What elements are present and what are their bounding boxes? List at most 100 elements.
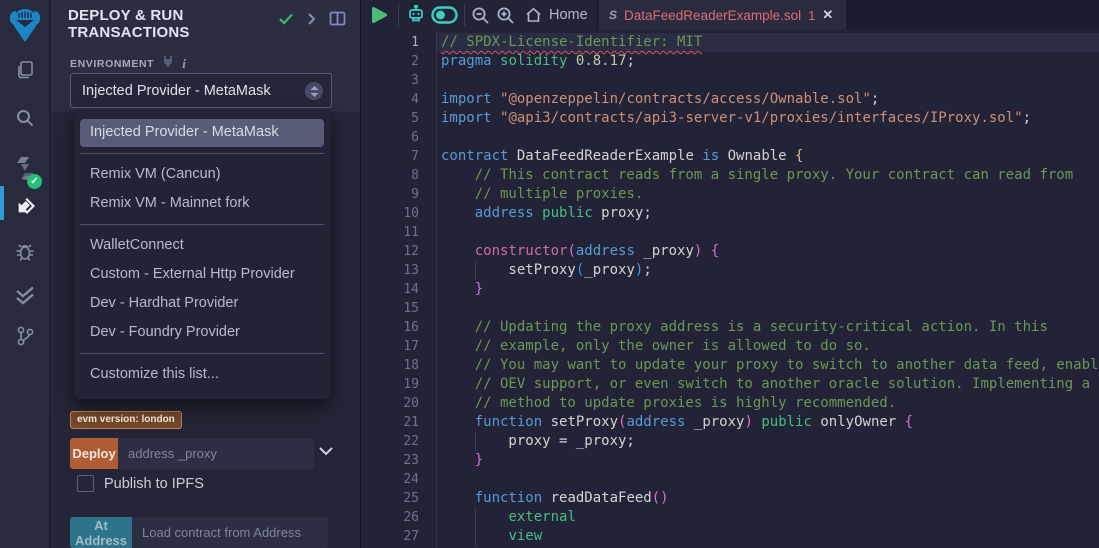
line-number: 5 (361, 109, 419, 128)
deploy-button[interactable]: Deploy (70, 438, 118, 469)
code-line[interactable]: // OEV support, or even switch to anothe… (441, 375, 1099, 394)
code-line[interactable]: contract DataFeedReaderExample is Ownabl… (441, 147, 1099, 166)
search-icon[interactable] (0, 100, 50, 136)
code-line[interactable]: // This contract reads from a single pro… (441, 166, 1099, 185)
unit-testing-icon[interactable] (0, 278, 50, 314)
chevron-right-icon[interactable] (307, 12, 316, 26)
editor-toolbar: Home S DataFeedReaderExample.sol 1 ✕ (361, 0, 1099, 30)
split-view-icon[interactable] (329, 11, 346, 26)
code-line[interactable] (441, 71, 1099, 90)
publish-to-ipfs: Publish to IPFS (77, 475, 204, 492)
plug-icon[interactable] (162, 55, 174, 73)
code-line[interactable]: // SPDX-License-Identifier: MIT (441, 33, 1099, 52)
gutter-divider (436, 30, 437, 548)
environment-option[interactable]: Remix VM (Cancun) (74, 160, 330, 189)
environment-option[interactable]: WalletConnect (74, 231, 330, 260)
line-number: 8 (361, 166, 419, 185)
solidity-compiler-icon[interactable]: ✓ (0, 150, 50, 186)
ai-assistant-icon[interactable] (406, 0, 426, 30)
code-line[interactable]: } (441, 451, 1099, 470)
line-number: 9 (361, 185, 419, 204)
line-number: 12 (361, 242, 419, 261)
code-lines: // SPDX-License-Identifier: MITpragma so… (441, 33, 1099, 546)
environment-label: ENVIRONMENT (70, 58, 154, 70)
zoom-in-icon[interactable] (496, 0, 515, 30)
home-tab-label: Home (549, 7, 588, 23)
code-line[interactable]: view (441, 527, 1099, 546)
code-line[interactable]: // Updating the proxy address is a secur… (441, 318, 1099, 337)
deploy-input[interactable] (118, 438, 314, 469)
tab-error-count: 1 (808, 8, 815, 23)
code-line[interactable]: pragma solidity 0.8.17; (441, 52, 1099, 71)
line-number: 19 (361, 375, 419, 394)
line-number: 23 (361, 451, 419, 470)
code-line[interactable]: constructor(address _proxy) { (441, 242, 1099, 261)
zoom-out-icon[interactable] (471, 0, 490, 30)
line-number: 11 (361, 223, 419, 242)
activity-bar: ✓ (0, 0, 50, 548)
at-address-input[interactable] (132, 517, 328, 548)
code-line[interactable] (441, 470, 1099, 489)
environment-select[interactable]: Injected Provider - MetaMask (70, 73, 332, 108)
active-plugin-indicator (0, 186, 4, 220)
line-number: 27 (361, 527, 419, 546)
publish-ipfs-checkbox[interactable] (77, 475, 94, 492)
tab-home[interactable]: Home (525, 0, 588, 30)
line-number: 14 (361, 280, 419, 299)
environment-menu: Injected Provider - MetaMask Remix VM (Ca… (74, 110, 330, 399)
environment-option[interactable]: Customize this list... (74, 360, 330, 389)
info-icon[interactable]: i (182, 56, 186, 72)
compile-success-badge: ✓ (27, 174, 42, 189)
code-line[interactable] (441, 128, 1099, 147)
indent-guide (475, 527, 476, 546)
environment-option[interactable]: Injected Provider - MetaMask (80, 119, 324, 147)
code-line[interactable]: // You may want to update your proxy to … (441, 356, 1099, 375)
code-line[interactable]: function setProxy(address _proxy) public… (441, 413, 1099, 432)
menu-divider (80, 353, 324, 354)
code-line[interactable]: } (441, 280, 1099, 299)
evm-version-badge: evm version: london (70, 411, 182, 429)
code-line[interactable]: address public proxy; (441, 204, 1099, 223)
code-line[interactable] (441, 299, 1099, 318)
code-line[interactable]: import "@api3/contracts/api3-server-v1/p… (441, 109, 1099, 128)
code-line[interactable]: // example, only the owner is allowed to… (441, 337, 1099, 356)
code-editor[interactable]: 1234567891011121314151617181920212223242… (361, 30, 1099, 548)
tab-datafeedreaderexample[interactable]: S DataFeedReaderExample.sol 1 ✕ (599, 0, 846, 30)
line-number: 3 (361, 71, 419, 90)
line-number: 21 (361, 413, 419, 432)
indent-guide (475, 432, 476, 451)
environment-selected-value: Injected Provider - MetaMask (82, 83, 271, 99)
line-number: 22 (361, 432, 419, 451)
code-line[interactable]: import "@openzeppelin/contracts/access/O… (441, 90, 1099, 109)
line-number: 13 (361, 261, 419, 280)
file-explorer-icon[interactable] (0, 52, 50, 88)
code-line[interactable] (441, 223, 1099, 242)
environment-option[interactable]: Dev - Hardhat Provider (74, 289, 330, 318)
publish-ipfs-label: Publish to IPFS (104, 476, 204, 492)
line-number: 24 (361, 470, 419, 489)
run-script-icon[interactable] (371, 0, 388, 30)
code-line[interactable]: external (441, 508, 1099, 527)
debugger-icon[interactable] (0, 234, 50, 270)
line-number: 7 (361, 147, 419, 166)
remix-logo[interactable] (5, 4, 45, 46)
code-line[interactable]: // multiple proxies. (441, 185, 1099, 204)
environment-option[interactable]: Remix VM - Mainnet fork (74, 189, 330, 218)
tab-strip: S DataFeedReaderExample.sol 1 ✕ (596, 0, 1099, 30)
environment-option[interactable]: Dev - Foundry Provider (74, 318, 330, 347)
editor-area: Home S DataFeedReaderExample.sol 1 ✕ 123… (360, 0, 1099, 548)
code-line[interactable]: proxy = _proxy; (441, 432, 1099, 451)
tab-close-icon[interactable]: ✕ (822, 7, 833, 23)
at-address-button[interactable]: At Address (70, 517, 132, 548)
expand-deploy-params-icon[interactable] (318, 443, 334, 461)
git-icon[interactable] (0, 318, 50, 354)
code-line[interactable]: function readDataFeed() (441, 489, 1099, 508)
toolbar-separator (464, 4, 465, 26)
line-number: 4 (361, 90, 419, 109)
ai-copilot-toggle[interactable] (431, 0, 458, 30)
code-line[interactable]: // method to update proxies is highly re… (441, 394, 1099, 413)
environment-option[interactable]: Custom - External Http Provider (74, 260, 330, 289)
line-number: 1 (361, 33, 419, 52)
deploy-run-icon[interactable] (0, 188, 50, 224)
code-line[interactable]: setProxy(_proxy); (441, 261, 1099, 280)
